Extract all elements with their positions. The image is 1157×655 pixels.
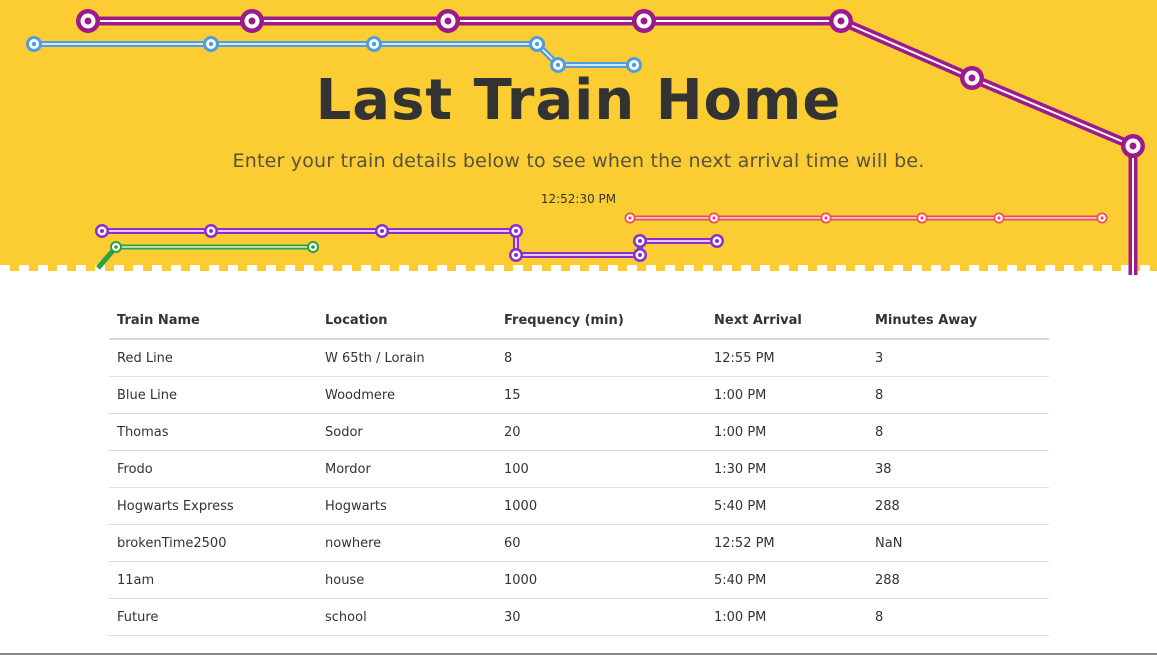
header-frequency: Frequency (min): [496, 303, 706, 340]
station-stop: [366, 36, 382, 52]
station-stop: [95, 224, 109, 238]
station-stop: [375, 224, 389, 238]
frequency-cell: 60: [496, 524, 706, 562]
minutes-away-cell: 38: [867, 450, 1049, 488]
station-stop: [110, 241, 122, 253]
location-cell: Hogwarts: [317, 487, 496, 525]
train-name-cell: 11am: [109, 561, 317, 599]
current-time: 12:52:30 PM: [540, 192, 617, 206]
location-cell: Sodor: [317, 413, 496, 451]
table-row: Future school 30 1:00 PM 8: [109, 598, 1049, 636]
table-row: Hogwarts Express Hogwarts 1000 5:40 PM 2…: [109, 487, 1049, 525]
station-stop: [993, 212, 1005, 224]
next-arrival-cell: 1:00 PM: [706, 376, 867, 414]
minutes-away-cell: 288: [867, 561, 1049, 599]
page-title: Last Train Home: [315, 68, 842, 133]
train-schedule: Train Name Location Frequency (min) Next…: [109, 303, 1049, 636]
station-stop: [307, 241, 319, 253]
station-stop: [1096, 212, 1108, 224]
train-name-cell: Red Line: [109, 339, 317, 377]
header-location: Location: [317, 303, 496, 340]
page-subtitle: Enter your train details below to see wh…: [232, 150, 925, 172]
station-stop: [829, 9, 853, 33]
station-stop: [26, 36, 42, 52]
station-stop: [203, 36, 219, 52]
table-row: 11am house 1000 5:40 PM 288: [109, 561, 1049, 599]
transit-map-decoration: [0, 0, 1157, 275]
train-name-cell: Frodo: [109, 450, 317, 488]
frequency-cell: 1000: [496, 561, 706, 599]
station-stop: [632, 9, 656, 33]
frequency-cell: 8: [496, 339, 706, 377]
train-name-cell: brokenTime2500: [109, 524, 317, 562]
table-header-row: Train Name Location Frequency (min) Next…: [109, 303, 1049, 340]
table-row: Red Line W 65th / Lorain 8 12:55 PM 3: [109, 339, 1049, 377]
station-stop: [76, 9, 100, 33]
table-row: Blue Line Woodmere 15 1:00 PM 8: [109, 376, 1049, 414]
minutes-away-cell: 3: [867, 339, 1049, 377]
station-stop: [916, 212, 928, 224]
table-row: Thomas Sodor 20 1:00 PM 8: [109, 413, 1049, 451]
station-stop: [624, 212, 636, 224]
train-name-cell: Thomas: [109, 413, 317, 451]
frequency-cell: 100: [496, 450, 706, 488]
table-row: brokenTime2500 nowhere 60 12:52 PM NaN: [109, 524, 1049, 562]
header-next-arrival: Next Arrival: [706, 303, 867, 340]
station-stop: [529, 36, 545, 52]
location-cell: house: [317, 561, 496, 599]
next-arrival-cell: 1:00 PM: [706, 598, 867, 636]
next-arrival-cell: 5:40 PM: [706, 561, 867, 599]
station-stop: [633, 234, 647, 248]
station-stop: [436, 9, 460, 33]
station-stop: [820, 212, 832, 224]
minutes-away-cell: 8: [867, 376, 1049, 414]
station-stop: [708, 212, 720, 224]
location-cell: Mordor: [317, 450, 496, 488]
minutes-away-cell: NaN: [867, 524, 1049, 562]
next-arrival-cell: 12:52 PM: [706, 524, 867, 562]
station-stop: [509, 248, 523, 262]
header-train-name: Train Name: [109, 303, 317, 340]
frequency-cell: 15: [496, 376, 706, 414]
location-cell: school: [317, 598, 496, 636]
table-row: Frodo Mordor 100 1:30 PM 38: [109, 450, 1049, 488]
frequency-cell: 1000: [496, 487, 706, 525]
station-stop: [509, 224, 523, 238]
station-stop: [240, 9, 264, 33]
minutes-away-cell: 8: [867, 598, 1049, 636]
station-stop: [710, 234, 724, 248]
header-minutes-away: Minutes Away: [867, 303, 1049, 340]
next-arrival-cell: 5:40 PM: [706, 487, 867, 525]
train-name-cell: Blue Line: [109, 376, 317, 414]
next-arrival-cell: 1:00 PM: [706, 413, 867, 451]
location-cell: nowhere: [317, 524, 496, 562]
train-name-cell: Hogwarts Express: [109, 487, 317, 525]
next-arrival-cell: 1:30 PM: [706, 450, 867, 488]
frequency-cell: 30: [496, 598, 706, 636]
train-name-cell: Future: [109, 598, 317, 636]
station-stop: [633, 248, 647, 262]
location-cell: Woodmere: [317, 376, 496, 414]
train-table: Train Name Location Frequency (min) Next…: [109, 303, 1049, 636]
next-arrival-cell: 12:55 PM: [706, 339, 867, 377]
frequency-cell: 20: [496, 413, 706, 451]
location-cell: W 65th / Lorain: [317, 339, 496, 377]
minutes-away-cell: 8: [867, 413, 1049, 451]
minutes-away-cell: 288: [867, 487, 1049, 525]
hero-banner: Last Train Home Enter your train details…: [0, 0, 1157, 275]
station-stop: [204, 224, 218, 238]
